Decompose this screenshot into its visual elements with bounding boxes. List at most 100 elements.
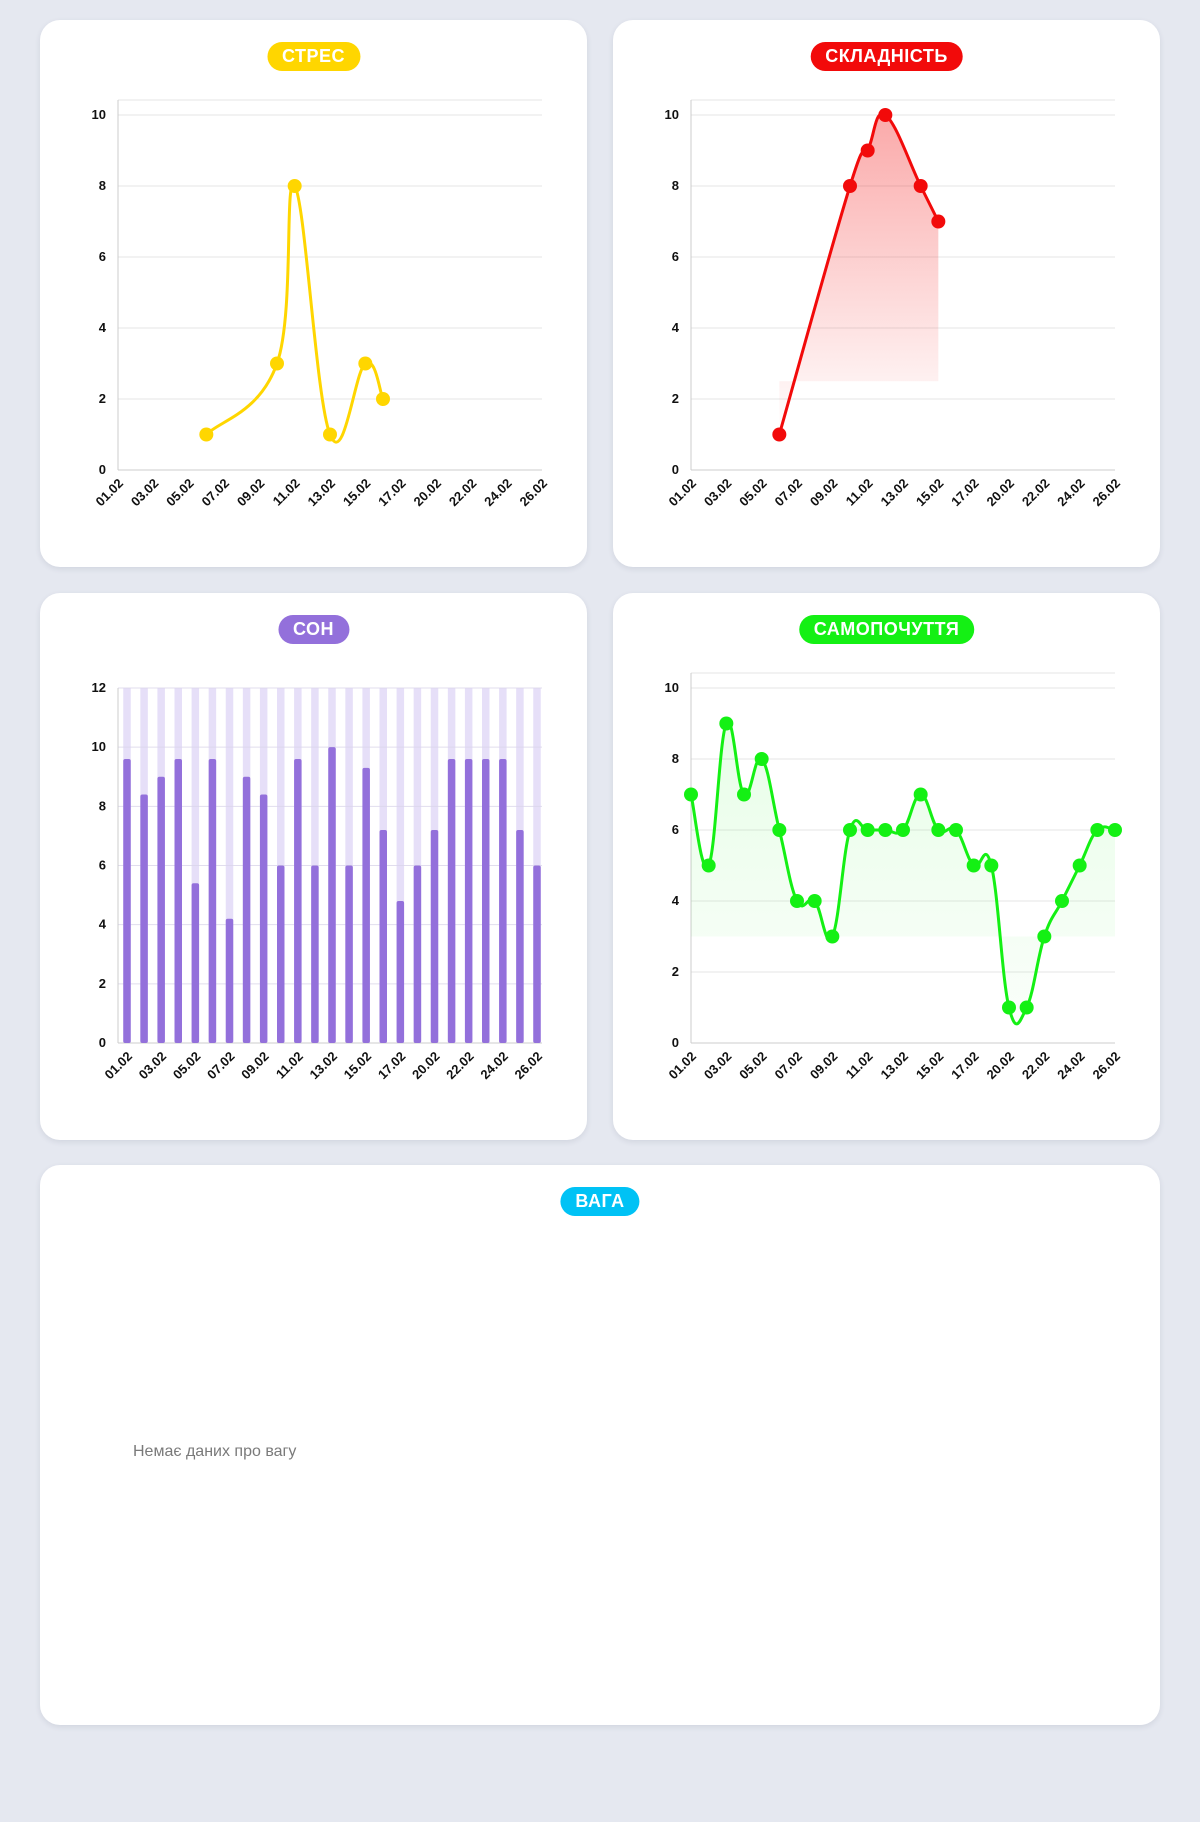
- x-tick-label: 22.02: [446, 476, 480, 510]
- data-point: [949, 823, 963, 837]
- sleep-bar: [430, 830, 439, 1043]
- x-tick-label: 17.02: [948, 1049, 982, 1083]
- series-line: [205, 183, 385, 444]
- sleep-bar: [464, 759, 473, 1043]
- data-point: [270, 356, 284, 371]
- x-tick-label: 05.02: [163, 476, 197, 510]
- wellbeing-area-chart: 0 2 4 6 8 10 01.02 03.02 05.02 07.02 09.02 11.02 13.…: [665, 672, 1124, 1083]
- x-tick-label: 09.02: [234, 476, 268, 510]
- y-tick-label: 8: [99, 178, 106, 193]
- x-tick-label: 11.02: [273, 1049, 306, 1082]
- data-point: [772, 823, 787, 837]
- x-tick-label: 09.02: [238, 1049, 272, 1083]
- sleep-bar: [345, 865, 353, 1043]
- x-tick-label: 24.02: [1054, 1049, 1088, 1083]
- y-tick-label: 2: [672, 391, 679, 406]
- x-tick-label: 15.02: [340, 476, 374, 510]
- sleep-bar: [242, 776, 251, 1043]
- x-tick-label: 09.02: [807, 1049, 841, 1083]
- data-point: [843, 823, 857, 837]
- sleep-bar: [123, 759, 131, 1043]
- x-tick-label: 17.02: [948, 476, 982, 510]
- x-tick-label: 20.02: [411, 476, 445, 510]
- y-tick-label: 0: [672, 462, 679, 477]
- data-point: [790, 894, 804, 908]
- x-tick-label: 03.02: [701, 1049, 735, 1083]
- sleep-bar: [191, 883, 200, 1043]
- data-point: [860, 143, 875, 158]
- y-tick-label: 6: [672, 249, 679, 264]
- x-tick-label: 22.02: [1019, 476, 1053, 510]
- data-point: [843, 179, 857, 193]
- sleep-bar: [379, 830, 387, 1043]
- sleep-bar: [533, 865, 541, 1043]
- weight-chart-title: ВАГА: [560, 1187, 640, 1216]
- weight-empty-message: Немає даних про вагу: [133, 1443, 297, 1460]
- sleep-bar: [294, 759, 302, 1043]
- x-tick-label: 03.02: [136, 1049, 170, 1083]
- x-tick-label: 13.02: [878, 476, 912, 510]
- sleep-chart-card: СОН 0 2 4 6 8 10 12 01.02 03.02 05.02 07.02 09.02 11…: [40, 593, 587, 1140]
- sleep-bar: [499, 759, 507, 1043]
- difficulty-area-chart: 0 2 4 6 8 10 01.02 03.02 05.02 07.02 09.02 11.02 13.…: [665, 99, 1124, 510]
- x-tick-label: 24.02: [1054, 476, 1088, 510]
- data-point: [878, 108, 893, 122]
- data-point: [772, 427, 787, 442]
- x-tick-label: 20.02: [984, 476, 1018, 510]
- x-tick-label: 01.02: [666, 1049, 700, 1083]
- x-tick-label: 15.02: [341, 1049, 375, 1083]
- data-point: [825, 929, 840, 944]
- sleep-bar: [396, 901, 405, 1043]
- x-tick-label: 11.02: [843, 1049, 876, 1082]
- data-point: [199, 427, 214, 442]
- y-tick-label: 8: [672, 178, 679, 193]
- data-point: [1055, 894, 1069, 908]
- difficulty-chart-card: СКЛАДНІСТЬ 0 2 4 6 8 10 01.02 03.02 05.02 07.02 09…: [613, 20, 1160, 567]
- data-point: [287, 179, 302, 193]
- sleep-bar: [157, 776, 165, 1043]
- y-tick-label: 8: [672, 751, 679, 766]
- data-point: [684, 787, 698, 802]
- stress-line-chart: 0 2 4 6 8 10 01.02 03.02 05.02 07.02 09.02 11.02 13.…: [92, 99, 550, 510]
- x-tick-label: 15.02: [913, 1049, 947, 1083]
- sleep-bar: [362, 767, 370, 1043]
- y-tick-label: 10: [92, 739, 106, 754]
- data-point: [878, 823, 893, 837]
- data-point: [913, 179, 928, 193]
- x-tick-label: 05.02: [170, 1049, 204, 1083]
- x-tick-label: 26.02: [1090, 476, 1124, 510]
- x-tick-label: 26.02: [1090, 1049, 1124, 1083]
- sleep-bar: [311, 865, 319, 1043]
- x-tick-label: 07.02: [199, 476, 233, 510]
- sleep-bar: [140, 794, 148, 1043]
- x-tick-label: 09.02: [807, 476, 841, 510]
- y-tick-label: 6: [99, 249, 106, 264]
- sleep-bar-chart: 02468101201.02 03.02 05.02 07.02 09.02 11.02 1…: [92, 680, 546, 1083]
- x-tick-label: 03.02: [128, 476, 162, 510]
- sleep-bar: [225, 918, 234, 1043]
- x-tick-label: 11.02: [270, 476, 303, 509]
- sleep-bar: [413, 865, 422, 1043]
- y-tick-label: 10: [665, 680, 679, 695]
- data-point: [323, 427, 337, 442]
- x-tick-label: 20.02: [984, 1049, 1018, 1083]
- wellbeing-chart-card: САМОПОЧУТТЯ 0 2 4 6 8 10 01.02 03.02 05.02 07.02 0…: [613, 593, 1160, 1140]
- data-point: [931, 823, 946, 837]
- data-point: [966, 858, 981, 873]
- x-tick-label: 01.02: [102, 1049, 136, 1083]
- sleep-bar: [482, 759, 490, 1043]
- sleep-bar: [277, 865, 285, 1043]
- data-point: [807, 894, 822, 908]
- x-tick-label: 22.02: [443, 1049, 477, 1083]
- data-point: [719, 716, 734, 731]
- data-point: [860, 823, 875, 837]
- y-tick-label: 10: [665, 107, 679, 122]
- data-point: [358, 356, 373, 371]
- x-tick-label: 26.02: [512, 1049, 546, 1083]
- weight-chart-card: ВАГА Немає даних про вагу: [40, 1165, 1160, 1725]
- x-tick-label: 01.02: [93, 476, 127, 510]
- y-tick-label: 4: [672, 893, 680, 908]
- x-tick-label: 07.02: [204, 1049, 238, 1083]
- y-tick-label: 0: [99, 462, 106, 477]
- data-point: [913, 787, 928, 802]
